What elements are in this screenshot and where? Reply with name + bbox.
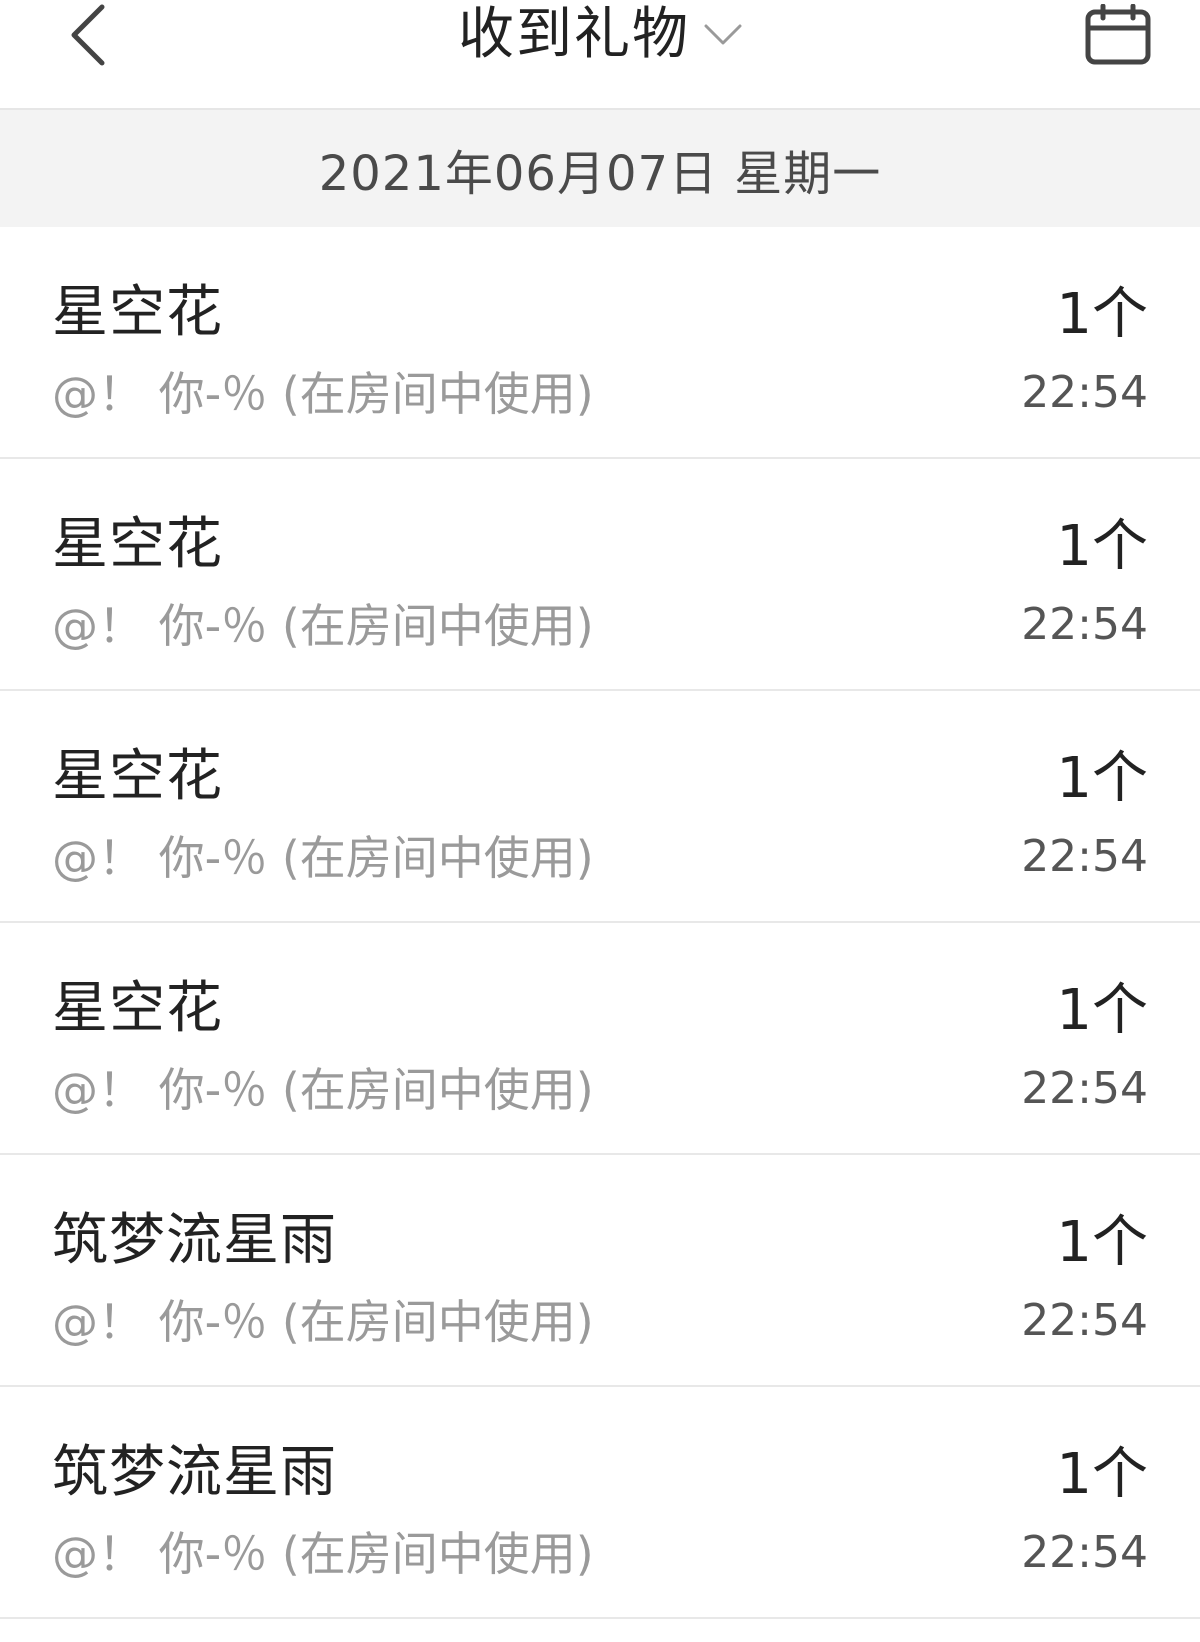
calendar-button[interactable] bbox=[1078, 0, 1158, 70]
gift-time: 22:54 bbox=[1021, 599, 1148, 650]
calendar-icon bbox=[1085, 4, 1151, 65]
gift-row[interactable]: 筑梦流星雨 @！ 你-％ (在房间中使用) 1个 22:54 bbox=[0, 1155, 1200, 1387]
gift-description: @！ 你-％ (在房间中使用) bbox=[52, 599, 594, 653]
gift-description: @！ 你-％ (在房间中使用) bbox=[52, 1295, 594, 1349]
gift-description: @！ 你-％ (在房间中使用) bbox=[52, 367, 594, 421]
gift-name: 星空花 bbox=[52, 280, 223, 345]
gift-received-page: 收到礼物 2021年06月07日 星期一 星空花 @！ 你-％ (在房间中使用)… bbox=[0, 0, 1200, 1642]
top-nav-bar: 收到礼物 bbox=[0, 0, 1200, 110]
gift-name: 星空花 bbox=[52, 744, 223, 809]
gift-count: 1个 bbox=[1056, 1210, 1148, 1275]
gift-count: 1个 bbox=[1056, 1442, 1148, 1507]
gift-name: 筑梦流星雨 bbox=[52, 1208, 337, 1273]
chevron-down-icon bbox=[704, 24, 742, 46]
gift-row[interactable]: 筑梦流星雨 @！ 你-％ (在房间中使用) 1个 22:54 bbox=[0, 1387, 1200, 1619]
gift-description: @！ 你-％ (在房间中使用) bbox=[52, 1063, 594, 1117]
date-section-header: 2021年06月07日 星期一 bbox=[0, 110, 1200, 227]
gift-time: 22:54 bbox=[1021, 367, 1148, 418]
gift-name: 筑梦流星雨 bbox=[52, 1440, 337, 1505]
gift-time: 22:54 bbox=[1021, 831, 1148, 882]
title-dropdown[interactable]: 收到礼物 bbox=[0, 0, 1200, 70]
gift-description: @！ 你-％ (在房间中使用) bbox=[52, 831, 594, 885]
gift-name: 星空花 bbox=[52, 976, 223, 1041]
gift-time: 22:54 bbox=[1021, 1063, 1148, 1114]
page-title: 收到礼物 bbox=[458, 2, 690, 67]
gift-row[interactable]: 星空花 @！ 你-％ (在房间中使用) 1个 22:54 bbox=[0, 691, 1200, 923]
gift-count: 1个 bbox=[1056, 282, 1148, 347]
gift-time: 22:54 bbox=[1021, 1527, 1148, 1578]
gift-row[interactable]: 星空花 @！ 你-％ (在房间中使用) 1个 22:54 bbox=[0, 459, 1200, 691]
gift-count: 1个 bbox=[1056, 978, 1148, 1043]
gift-list: 星空花 @！ 你-％ (在房间中使用) 1个 22:54 星空花 @！ 你-％ … bbox=[0, 227, 1200, 1619]
gift-description: @！ 你-％ (在房间中使用) bbox=[52, 1527, 594, 1581]
gift-row[interactable]: 星空花 @！ 你-％ (在房间中使用) 1个 22:54 bbox=[0, 227, 1200, 459]
date-label: 2021年06月07日 星期一 bbox=[318, 145, 882, 202]
gift-time: 22:54 bbox=[1021, 1295, 1148, 1346]
gift-name: 星空花 bbox=[52, 512, 223, 577]
gift-row[interactable]: 星空花 @！ 你-％ (在房间中使用) 1个 22:54 bbox=[0, 923, 1200, 1155]
gift-count: 1个 bbox=[1056, 514, 1148, 579]
gift-count: 1个 bbox=[1056, 746, 1148, 811]
